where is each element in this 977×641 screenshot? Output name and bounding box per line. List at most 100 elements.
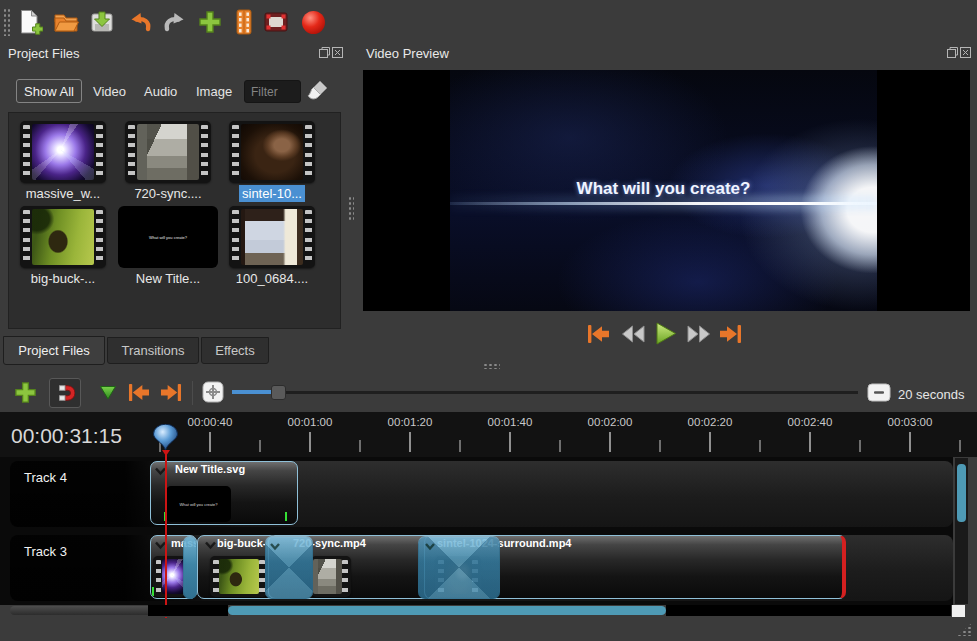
add-track-button[interactable] [13, 380, 38, 408]
clip-marker-green [285, 512, 287, 521]
clip-title: big-buck- [217, 537, 267, 549]
timeline-vscrollbar[interactable] [955, 458, 968, 604]
video-preview-title: Video Preview [366, 46, 449, 61]
file-thumbnail-newtitle[interactable]: What will you create? [118, 206, 218, 268]
thumb-art [137, 124, 199, 180]
clear-filter-brush-icon[interactable] [307, 79, 329, 106]
playhead-line[interactable] [165, 452, 167, 618]
file-thumbnail-bigbuck[interactable] [20, 206, 106, 268]
filter-input[interactable]: Filter [244, 80, 301, 103]
filter-placeholder: Filter [251, 85, 278, 99]
jump-to-start-button[interactable] [585, 323, 612, 348]
next-marker-button[interactable] [158, 382, 184, 406]
clip-marker-green [152, 587, 154, 596]
film-holes [201, 125, 208, 179]
film-holes [305, 210, 312, 264]
file-name: massive_w... [26, 186, 100, 201]
ruler-minor-ticks [159, 440, 971, 452]
tab-label: Transitions [121, 343, 184, 358]
timeline-toolbar: 20 seconds [0, 374, 977, 412]
filter-tab-show-all[interactable]: Show All [16, 79, 82, 103]
filter-tab-audio[interactable]: Audio [144, 84, 177, 99]
file-thumbnail-sintel[interactable] [229, 121, 315, 183]
openshot-window: Project Files Show All Video Audio Image… [0, 0, 977, 641]
transition-3[interactable] [418, 536, 500, 599]
thumb-art [32, 124, 94, 180]
center-playhead-button[interactable] [202, 381, 224, 406]
transition-menu-chevron-icon[interactable] [424, 539, 436, 554]
video-label: Video [93, 84, 126, 99]
hscroll-handle[interactable] [228, 606, 666, 615]
vertical-splitter-handle[interactable] [348, 196, 354, 222]
horizontal-splitter-handle[interactable] [483, 363, 500, 369]
snapping-toggle-button[interactable] [49, 378, 81, 408]
redo-button[interactable] [161, 8, 189, 36]
save-project-button[interactable] [88, 8, 116, 36]
fast-forward-button[interactable] [686, 325, 711, 346]
file-label-sintel[interactable]: sintel-10... [219, 186, 325, 201]
transition-1[interactable] [183, 536, 197, 599]
rewind-button[interactable] [621, 325, 646, 346]
thumb-art [241, 209, 303, 265]
video-preview-close-icon[interactable] [959, 46, 971, 58]
new-project-button[interactable] [16, 8, 44, 36]
record-button[interactable] [299, 8, 327, 36]
film-holes [23, 125, 30, 179]
file-label-bigbuck[interactable]: big-buck-... [10, 271, 116, 286]
filter-tab-video[interactable]: Video [93, 84, 126, 99]
undo-button[interactable] [126, 8, 154, 36]
previous-marker-button[interactable] [126, 382, 152, 406]
zoom-slider-track[interactable] [232, 391, 858, 394]
video-preview-float-icon[interactable] [946, 46, 958, 58]
project-files-close-icon[interactable] [331, 46, 343, 58]
transition-2[interactable] [265, 536, 313, 599]
file-label-newtitle[interactable]: New Title... [115, 271, 221, 286]
open-project-button[interactable] [52, 8, 80, 36]
file-thumbnail-100-0684[interactable] [229, 206, 315, 268]
clip-menu-chevron-icon[interactable] [204, 538, 217, 553]
track-3-row[interactable]: Track 3 massive_w big-buck- 720-sync.mp4… [10, 535, 953, 601]
add-marker-button[interactable] [98, 384, 118, 404]
timeline-hscrollbar[interactable] [0, 605, 953, 617]
choose-profile-button[interactable] [230, 8, 258, 36]
film-holes [156, 560, 161, 593]
file-label-720sync[interactable]: 720-sync.... [115, 186, 221, 201]
jump-to-end-button[interactable] [717, 323, 744, 348]
export-video-button[interactable] [262, 8, 290, 36]
clip-new-title[interactable]: New Title.svg What will you create? [150, 461, 298, 525]
tab-label: Effects [215, 343, 255, 358]
video-preview-frame[interactable]: What will you create? [363, 70, 970, 311]
transition-menu-chevron-icon[interactable] [269, 539, 281, 554]
toolbar-drag-handle[interactable] [3, 8, 12, 36]
clip-title: New Title.svg [175, 463, 245, 475]
timeline-ruler[interactable]: 00:00:31:15 00:00:40 00:01:00 00:01:20 0… [0, 412, 977, 457]
project-files-float-icon[interactable] [318, 46, 330, 58]
file-name: New Title... [136, 271, 200, 286]
file-label-massive[interactable]: massive_w... [10, 186, 116, 201]
zoom-out-button[interactable] [867, 383, 891, 405]
hscroll-left-cap [10, 606, 148, 615]
file-label-100-0684[interactable]: 100_0684.... [219, 271, 325, 286]
dock-tab-project-files[interactable]: Project Files [3, 336, 105, 365]
film-holes [96, 125, 103, 179]
thumb-art [241, 124, 303, 180]
thumb-art [219, 559, 259, 594]
file-name: sintel-10... [239, 185, 305, 202]
hscroll-grip[interactable] [952, 605, 965, 617]
ruler-label: 00:02:00 [570, 416, 650, 428]
track-4-row[interactable]: Track 4 New Title.svg What will you crea… [10, 461, 953, 527]
main-toolbar [0, 0, 977, 42]
ruler-label: 00:00:40 [170, 416, 250, 428]
zoom-slider-handle[interactable] [271, 385, 286, 400]
window-resize-grip[interactable] [957, 622, 973, 636]
dock-tab-transitions[interactable]: Transitions [107, 337, 199, 364]
vscroll-handle[interactable] [957, 464, 966, 522]
dock-tab-effects[interactable]: Effects [201, 337, 269, 364]
play-button[interactable] [653, 321, 678, 349]
import-files-button[interactable] [196, 8, 224, 36]
filter-tab-image[interactable]: Image [196, 84, 232, 99]
file-thumbnail-massive[interactable] [20, 121, 106, 183]
clip-thumbnail [311, 556, 351, 597]
file-thumbnail-720sync[interactable] [125, 121, 211, 183]
film-holes [232, 210, 239, 264]
